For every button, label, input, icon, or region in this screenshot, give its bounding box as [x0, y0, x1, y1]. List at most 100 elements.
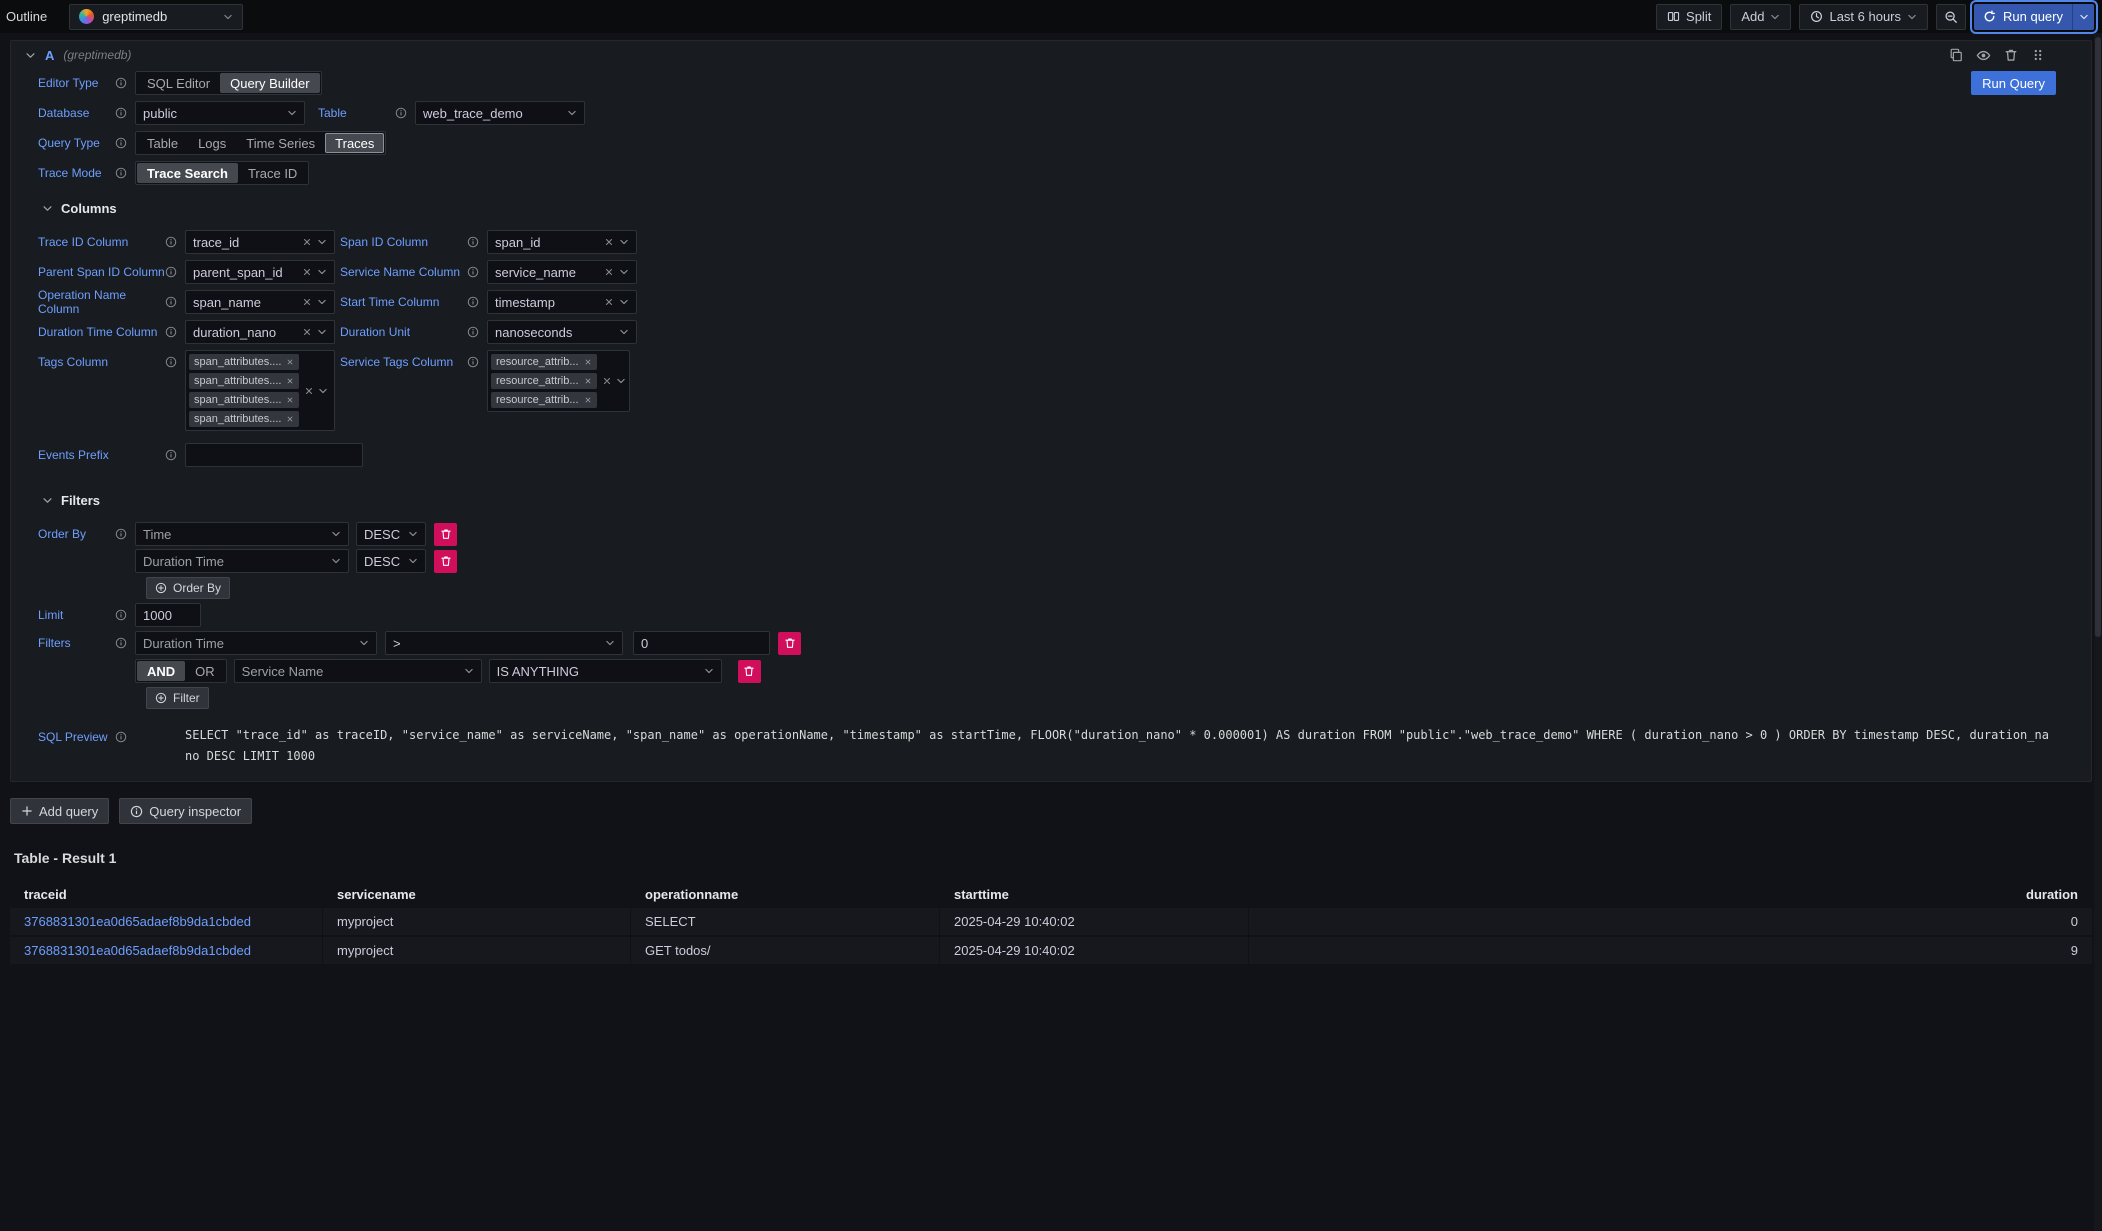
tag-chip: span_attributes.... — [189, 354, 299, 370]
clear-icon[interactable] — [604, 267, 614, 277]
header-starttime[interactable]: starttime — [940, 882, 1249, 906]
remove-filter-button[interactable] — [778, 632, 801, 655]
remove-tag-icon[interactable] — [286, 358, 294, 366]
order-by-field-select[interactable]: Time — [135, 522, 349, 546]
query-type-traces[interactable]: Traces — [325, 133, 384, 153]
time-range-picker[interactable]: Last 6 hours — [1799, 4, 1928, 30]
filter-operator-select[interactable]: > — [385, 631, 623, 655]
span-id-column-select[interactable]: span_id — [487, 230, 637, 254]
order-by-label: Order By — [38, 522, 127, 546]
chevron-down-icon — [1907, 12, 1917, 22]
remove-tag-icon[interactable] — [584, 377, 592, 385]
table-select[interactable]: web_trace_demo — [415, 101, 585, 125]
info-icon — [165, 356, 177, 368]
add-query-button[interactable]: Add query — [10, 798, 109, 824]
info-icon — [165, 326, 177, 338]
split-label: Split — [1686, 9, 1711, 24]
query-ref-id: A — [45, 48, 54, 63]
info-icon — [467, 356, 479, 368]
run-query-button[interactable]: Run query — [1974, 4, 2094, 30]
editor-type-builder[interactable]: Query Builder — [220, 73, 319, 93]
condition-and[interactable]: AND — [137, 661, 185, 681]
query-inspector-button[interactable]: Query inspector — [119, 798, 252, 824]
order-by-direction-select[interactable]: DESC — [356, 522, 426, 546]
remove-order-by-button[interactable] — [434, 523, 457, 546]
duration-unit-select[interactable]: nanoseconds — [487, 320, 637, 344]
service-tags-column-multiselect[interactable]: resource_attrib... resource_attrib... re… — [487, 350, 630, 412]
run-query-dropdown[interactable] — [2072, 4, 2094, 30]
remove-tag-icon[interactable] — [286, 377, 294, 385]
remove-filter-button[interactable] — [738, 660, 761, 683]
explore-content: A (greptimedb) Editor Type SQL Editor Qu… — [0, 33, 2102, 964]
trace-id-column-select[interactable]: trace_id — [185, 230, 335, 254]
events-prefix-input[interactable] — [185, 443, 363, 467]
table-row: 3768831301ea0d65adaef8b9da1cbded myproje… — [10, 908, 2092, 935]
service-tag-chip: resource_attrib... — [491, 373, 597, 389]
columns-section-header[interactable]: Columns — [42, 201, 2056, 216]
header-servicename[interactable]: servicename — [323, 882, 631, 906]
header-operationname[interactable]: operationname — [631, 882, 940, 906]
tags-column-multiselect[interactable]: span_attributes.... span_attributes.... … — [185, 350, 335, 431]
clear-icon[interactable] — [602, 376, 612, 386]
info-icon — [165, 449, 177, 461]
trace-id-link[interactable]: 3768831301ea0d65adaef8b9da1cbded — [24, 914, 251, 929]
drag-handle-icon[interactable] — [2031, 48, 2045, 62]
scrollbar-thumb[interactable] — [2095, 37, 2101, 637]
filter-value-input[interactable] — [633, 631, 770, 655]
header-traceid[interactable]: traceid — [10, 882, 323, 906]
condition-or[interactable]: OR — [185, 661, 225, 681]
panel-run-query-button[interactable]: Run Query — [1971, 71, 2056, 95]
trace-mode-id[interactable]: Trace ID — [238, 163, 307, 183]
header-duration[interactable]: duration — [1249, 882, 2092, 906]
trash-icon — [440, 528, 452, 540]
editor-type-sql[interactable]: SQL Editor — [137, 73, 220, 93]
query-header: A (greptimedb) — [11, 41, 2091, 69]
query-type-logs[interactable]: Logs — [188, 133, 236, 153]
toggle-visibility-icon[interactable] — [1976, 48, 1991, 63]
remove-tag-icon[interactable] — [286, 415, 294, 423]
collapse-chevron-icon[interactable] — [25, 50, 36, 61]
clear-icon[interactable] — [302, 327, 312, 337]
query-type-table[interactable]: Table — [137, 133, 188, 153]
zoom-out-button[interactable] — [1936, 4, 1966, 30]
scrollbar-track[interactable] — [2094, 33, 2102, 1231]
database-select[interactable]: public — [135, 101, 305, 125]
order-by-direction-select[interactable]: DESC — [356, 549, 426, 573]
clear-icon[interactable] — [604, 237, 614, 247]
split-button[interactable]: Split — [1656, 4, 1722, 30]
trace-id-link[interactable]: 3768831301ea0d65adaef8b9da1cbded — [24, 943, 251, 958]
remove-tag-icon[interactable] — [584, 396, 592, 404]
chevron-down-icon — [619, 297, 629, 307]
query-type-timeseries[interactable]: Time Series — [236, 133, 325, 153]
clear-icon[interactable] — [604, 297, 614, 307]
remove-order-by-button[interactable] — [434, 550, 457, 573]
limit-input[interactable] — [135, 603, 201, 627]
clear-icon[interactable] — [302, 267, 312, 277]
duration-time-column-select[interactable]: duration_nano — [185, 320, 335, 344]
delete-query-icon[interactable] — [2004, 48, 2018, 62]
time-range-label: Last 6 hours — [1829, 9, 1901, 24]
trace-mode-search[interactable]: Trace Search — [137, 163, 238, 183]
filter-operator-select[interactable]: IS ANYTHING — [489, 659, 722, 683]
add-filter-button[interactable]: Filter — [146, 687, 209, 709]
remove-tag-icon[interactable] — [584, 358, 592, 366]
filter-field-select[interactable]: Service Name — [234, 659, 482, 683]
clear-icon[interactable] — [302, 237, 312, 247]
filter-field-select[interactable]: Duration Time — [135, 631, 377, 655]
order-by-field-select[interactable]: Duration Time — [135, 549, 349, 573]
add-order-by-button[interactable]: Order By — [146, 577, 230, 599]
add-button[interactable]: Add — [1730, 4, 1791, 30]
remove-tag-icon[interactable] — [286, 396, 294, 404]
operation-name-column-select[interactable]: span_name — [185, 290, 335, 314]
datasource-picker[interactable]: greptimedb — [69, 4, 243, 30]
clear-icon[interactable] — [302, 297, 312, 307]
start-time-column-select[interactable]: timestamp — [487, 290, 637, 314]
duplicate-query-icon[interactable] — [1949, 48, 1963, 62]
parent-span-id-column-select[interactable]: parent_span_id — [185, 260, 335, 284]
filters-section-header[interactable]: Filters — [42, 493, 2056, 508]
chevron-down-icon — [223, 12, 233, 22]
info-icon — [115, 77, 127, 89]
clear-icon[interactable] — [304, 386, 314, 396]
service-name-column-select[interactable]: service_name — [487, 260, 637, 284]
outline-label: Outline — [4, 9, 47, 24]
